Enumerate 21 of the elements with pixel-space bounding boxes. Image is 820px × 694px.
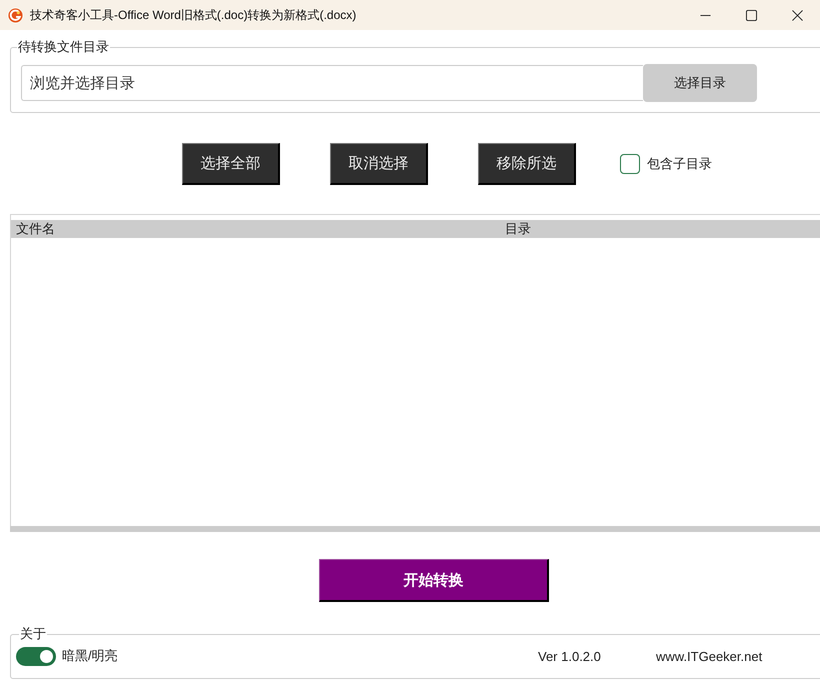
theme-toggle-switch[interactable] [16, 646, 56, 666]
maximize-icon [746, 10, 756, 20]
action-button[interactable]: 选择全部 [182, 143, 280, 185]
app-logo-icon [8, 8, 23, 22]
group-label: 关于 [19, 626, 47, 642]
column-header[interactable]: 文件名 [16, 220, 55, 238]
directory-path-field[interactable]: 浏览并选择目录 [21, 65, 643, 101]
group-label: 待转换文件目录 [17, 39, 110, 55]
action-button[interactable]: 移除所选 [478, 143, 576, 185]
version-text: Ver 1.0.2.0 [538, 648, 601, 664]
close-icon [792, 10, 802, 20]
checkbox-label: 包含子目录 [647, 155, 712, 173]
column-header[interactable]: 目录 [505, 220, 531, 238]
select-directory-button[interactable]: 选择目录 [643, 64, 757, 102]
horizontal-scrollbar[interactable] [10, 526, 820, 532]
include-subfolders-checkbox[interactable] [620, 154, 640, 174]
window-title: 技术奇客小工具-Office Word旧格式(.doc)转换为新格式(.docx) [30, 6, 356, 24]
toggle-label: 暗黑/明亮 [62, 647, 118, 665]
action-button[interactable]: 取消选择 [330, 143, 428, 185]
start-convert-button[interactable]: 开始转换 [319, 559, 549, 602]
website-link[interactable]: www.ITGeeker.net [656, 648, 762, 664]
